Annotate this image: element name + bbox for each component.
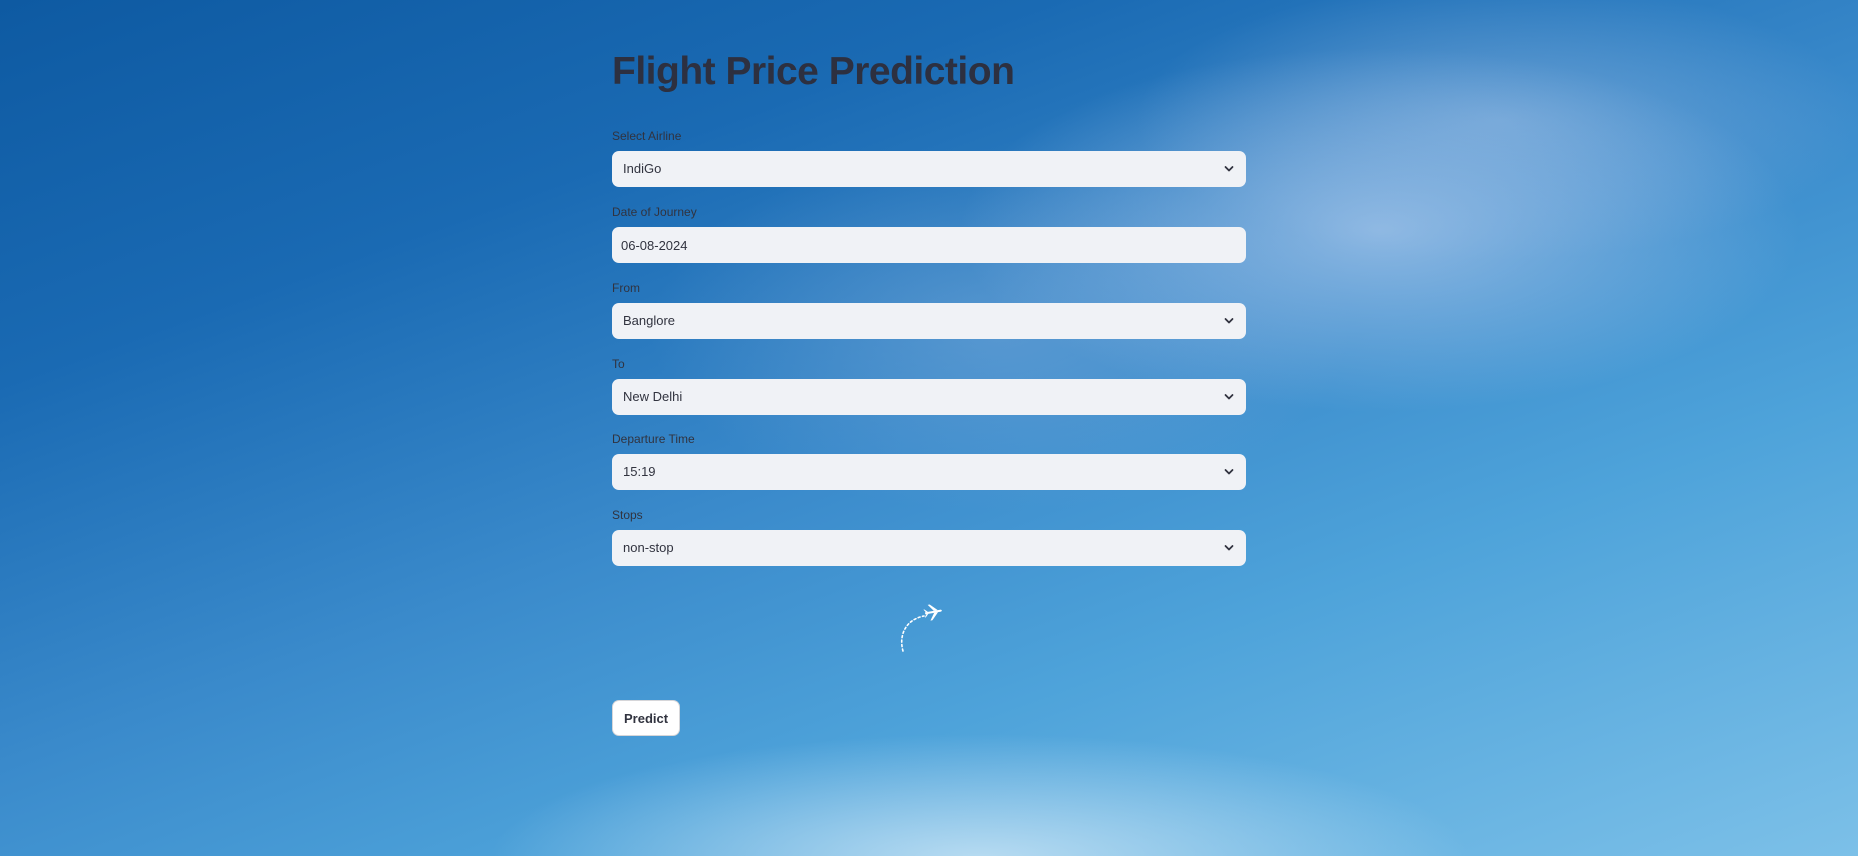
date-label: Date of Journey [612,205,697,219]
airplane-icon [900,604,942,652]
departure-value: 15:19 [623,464,656,479]
stops-field: Stops non-stop [612,507,1246,566]
to-select[interactable]: New Delhi [612,379,1246,415]
airline-select[interactable]: IndiGo [612,151,1246,187]
to-value: New Delhi [623,389,683,404]
departure-label: Departure Time [612,432,695,446]
main-content: Flight Price Prediction Select Airline I… [612,40,1246,736]
chevron-down-icon [1224,394,1234,400]
airline-label: Select Airline [612,129,682,143]
date-field: Date of Journey [612,204,1246,263]
chevron-down-icon [1224,318,1234,324]
stops-label: Stops [612,508,643,522]
chevron-down-icon [1224,469,1234,475]
chevron-down-icon [1224,545,1234,551]
departure-select[interactable]: 15:19 [612,454,1246,490]
departure-field: Departure Time 15:19 [612,431,1246,490]
chevron-down-icon [1224,166,1234,172]
stops-select[interactable]: non-stop [612,530,1246,566]
airline-value: IndiGo [623,161,662,176]
page-title: Flight Price Prediction [612,50,1015,93]
predict-button[interactable]: Predict [612,700,681,736]
from-value: Banglore [623,313,676,328]
to-label: To [612,357,625,371]
date-input[interactable] [612,227,1246,263]
stops-value: non-stop [623,540,674,555]
to-field: To New Delhi [612,356,1246,415]
airline-field: Select Airline IndiGo [612,128,1246,187]
from-select[interactable]: Banglore [612,303,1246,339]
loading-spinner [896,597,956,653]
from-field: From Banglore [612,280,1246,339]
from-label: From [612,281,640,295]
